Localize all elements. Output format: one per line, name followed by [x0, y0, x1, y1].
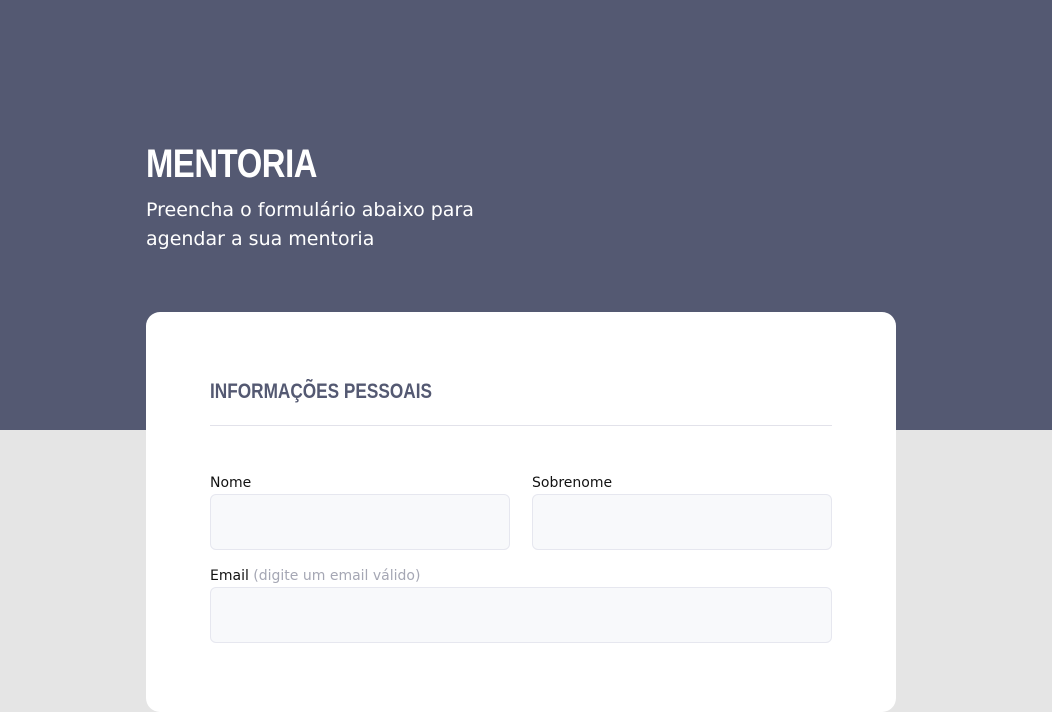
nome-label: Nome	[210, 474, 251, 492]
nome-label-text: Nome	[210, 475, 252, 491]
sobrenome-input[interactable]	[532, 494, 832, 550]
email-label: Email (digite um email válido)	[210, 567, 420, 585]
form-card: INFORMAÇÕES PESSOAIS Nome Sobrenome Emai…	[146, 312, 896, 712]
sobrenome-label-text: Sobrenome	[532, 475, 613, 491]
section-divider	[210, 425, 832, 426]
email-label-text: Email	[210, 568, 249, 584]
section-title-personal-info: INFORMAÇÕES PESSOAIS	[210, 380, 432, 403]
email-hint: (digite um email válido)	[253, 568, 421, 584]
page-title: MENTORIA	[146, 142, 318, 186]
sobrenome-label: Sobrenome	[532, 474, 612, 492]
page-subtitle: Preencha o formulário abaixo para agenda…	[146, 199, 474, 250]
email-input[interactable]	[210, 587, 832, 643]
nome-input[interactable]	[210, 494, 510, 550]
